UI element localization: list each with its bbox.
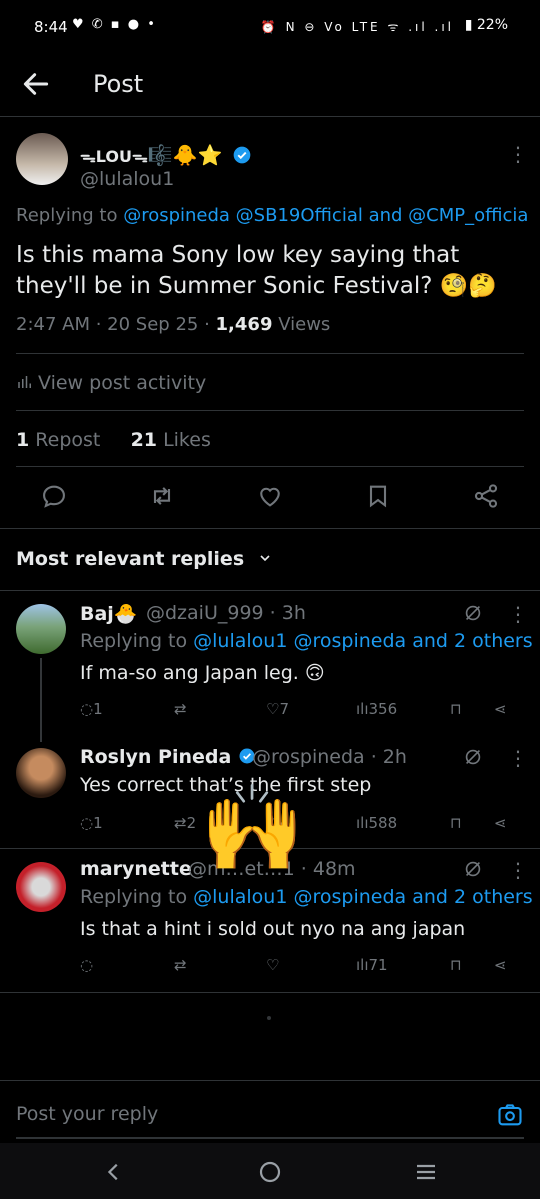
loading-dot	[267, 1016, 271, 1020]
views-label: Views	[278, 314, 331, 335]
battery-indicator: ▮ 22%	[464, 17, 508, 33]
reply-icon[interactable]: ◌ 1	[80, 814, 103, 832]
status-time: 8:44	[34, 18, 68, 36]
bookmark-icon[interactable]: ⊓	[450, 956, 462, 974]
views-count: 1,469	[215, 314, 273, 335]
raised-hands-emoji: 🙌	[200, 779, 305, 877]
repost-icon[interactable]: ⇄	[174, 700, 187, 718]
author-name[interactable]: ᯓLOUᯓ🎼🐥⭐	[80, 143, 252, 167]
bookmark-icon[interactable]: ⊓	[450, 700, 462, 718]
replying-to-line: Replying to @rospineda @SB19Official and…	[16, 205, 529, 226]
like-icon[interactable]: ♡	[266, 956, 279, 974]
post-text: Is this mama Sony low key saying that th…	[16, 242, 498, 299]
engagement-stats: 1 Repost 21 Likes	[16, 429, 211, 451]
likes-stat[interactable]: 21 Likes	[131, 429, 211, 451]
views-icon[interactable]: ılı 71	[356, 956, 388, 974]
post-meta: 2:47 AM · 20 Sep 25 · 1,469 Views	[16, 314, 331, 335]
verified-badge-icon	[233, 146, 251, 164]
nav-back-icon[interactable]	[103, 1161, 125, 1183]
reply-composer: Post your reply	[0, 1080, 540, 1143]
view-post-activity[interactable]: View post activity	[16, 372, 206, 394]
system-status-icons: ⏰ N ⊖ Vo LTE ᯤ .ıl .ıl	[260, 20, 454, 34]
more-options-icon[interactable]: ⋮	[508, 858, 528, 882]
post-actions	[0, 480, 540, 520]
like-icon[interactable]	[256, 482, 284, 510]
reply-input[interactable]: Post your reply	[16, 1103, 158, 1125]
reply-text: Is that a hint i sold out nyo na ang jap…	[80, 918, 466, 940]
author-avatar[interactable]	[16, 133, 68, 185]
reply-text: If ma-so ang Japan leg. 🙃	[80, 662, 325, 684]
repost-icon[interactable]	[148, 482, 176, 510]
reply-author-handle[interactable]: @rospineda · 2h	[252, 746, 407, 768]
views-icon[interactable]: ılı 356	[356, 700, 397, 718]
replying-to-line: Replying to @lulalou1 @rospineda and 2 o…	[80, 630, 533, 652]
reply-avatar[interactable]	[16, 748, 66, 798]
reply-author-name[interactable]: marynette	[80, 858, 192, 880]
nav-recents-icon[interactable]	[414, 1160, 438, 1184]
back-arrow-icon[interactable]	[20, 68, 52, 100]
views-icon[interactable]: ılı 588	[356, 814, 397, 832]
bookmark-icon[interactable]: ⊓	[450, 814, 462, 832]
analytics-icon	[18, 376, 31, 388]
post-time: 2:47 AM	[16, 314, 90, 335]
share-icon[interactable]	[472, 482, 500, 510]
repost-icon[interactable]: ⇄	[174, 956, 187, 974]
reply-author-name[interactable]: Roslyn Pineda	[80, 746, 256, 768]
share-icon[interactable]: ⋖	[494, 814, 507, 832]
reply-divider	[0, 992, 540, 993]
camera-icon[interactable]	[496, 1101, 524, 1129]
reply-actions: ◌ ⇄ ♡ ılı 71 ⊓ ⋖	[0, 956, 540, 982]
share-icon[interactable]: ⋖	[494, 700, 507, 718]
more-options-icon[interactable]: ⋮	[508, 602, 528, 626]
reply-icon[interactable]: ◌ 1	[80, 700, 103, 718]
reposts-stat[interactable]: 1 Repost	[16, 429, 100, 451]
grok-icon[interactable]	[462, 602, 484, 624]
reply-sort-dropdown[interactable]: Most relevant replies	[16, 548, 273, 570]
reply-author-handle[interactable]: @dzaiU_999 · 3h	[146, 602, 306, 624]
replying-to-line: Replying to @lulalou1 @rospineda and 2 o…	[80, 886, 533, 908]
chevron-down-icon	[260, 555, 270, 562]
input-underline	[16, 1137, 524, 1139]
battery-percent: 22%	[476, 17, 508, 33]
replying-to-links[interactable]: @rospineda @SB19Official and @CMP_offici…	[123, 205, 528, 226]
reply-icon[interactable]: ◌	[80, 956, 93, 974]
page-title: Post	[93, 70, 144, 98]
post-date: 20 Sep 25	[107, 314, 199, 335]
reply-actions: ◌ 1 ⇄ ♡ 7 ılı 356 ⊓ ⋖	[0, 700, 540, 726]
divider	[16, 410, 524, 411]
notification-icons: ♥ ✆ ▪ ● •	[72, 17, 157, 32]
grok-icon[interactable]	[462, 858, 484, 880]
reply-avatar[interactable]	[16, 862, 66, 912]
section-divider	[0, 528, 540, 529]
like-icon[interactable]: ♡ 7	[266, 700, 289, 718]
repost-icon[interactable]: ⇄ 2	[174, 814, 196, 832]
reply-icon[interactable]	[40, 482, 68, 510]
system-nav-bar	[0, 1143, 540, 1199]
bookmark-icon[interactable]	[364, 482, 392, 510]
divider	[16, 466, 524, 467]
reply-item[interactable]: Baj🐣 @dzaiU_999 · 3h ⋮ Replying to @lula…	[0, 590, 540, 736]
nav-home-icon[interactable]	[258, 1160, 282, 1184]
top-bar: Post	[0, 58, 540, 117]
reply-author-name[interactable]: Baj🐣	[80, 602, 137, 625]
grok-icon[interactable]	[462, 746, 484, 768]
status-bar: 8:44 ♥ ✆ ▪ ● • ⏰ N ⊖ Vo LTE ᯤ .ıl .ıl ▮ …	[0, 0, 540, 58]
share-icon[interactable]: ⋖	[494, 956, 507, 974]
more-options-icon[interactable]: ⋮	[508, 142, 528, 166]
divider	[16, 353, 524, 354]
author-handle[interactable]: @lulalou1	[80, 168, 174, 190]
reply-avatar[interactable]	[16, 604, 66, 654]
more-options-icon[interactable]: ⋮	[508, 746, 528, 770]
